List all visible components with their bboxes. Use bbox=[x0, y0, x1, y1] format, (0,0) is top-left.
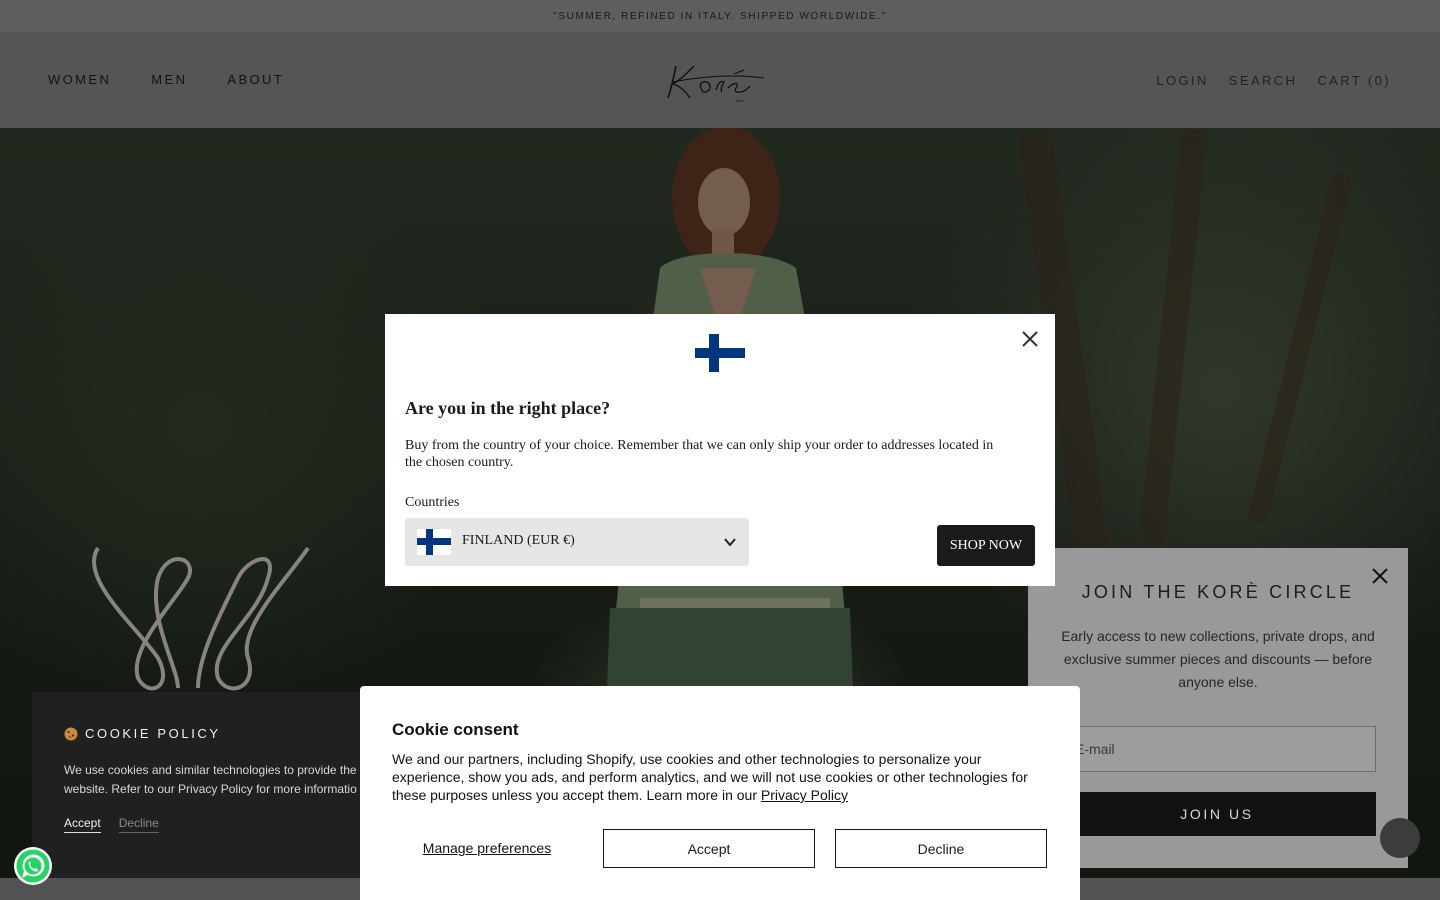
cookie-decline-button[interactable]: Decline bbox=[835, 829, 1047, 868]
tree-trunk bbox=[1246, 170, 1354, 526]
cookie-policy-decline-link[interactable]: Decline bbox=[118, 816, 159, 833]
cookie-policy-text: We use cookies and similar technologies … bbox=[64, 761, 384, 799]
cookie-policy-title: COOKIE POLICY bbox=[64, 726, 221, 741]
close-icon[interactable] bbox=[1021, 330, 1039, 348]
cookie-consent-text: We and our partners, including Shopify, … bbox=[392, 750, 1052, 804]
nav-men[interactable]: MEN bbox=[151, 72, 187, 87]
cookie-policy-banner: COOKIE POLICY We use cookies and similar… bbox=[32, 692, 392, 878]
join-us-button[interactable]: JOIN US bbox=[1058, 792, 1376, 836]
whatsapp-icon[interactable] bbox=[13, 846, 53, 886]
newsletter-popup: JOIN THE KORÈ CIRCLE Early access to new… bbox=[1028, 548, 1408, 868]
country-selector-modal: Are you in the right place? Buy from the… bbox=[385, 314, 1055, 586]
cookie-policy-accept-link[interactable]: Accept bbox=[64, 816, 101, 833]
country-modal-title: Are you in the right place? bbox=[405, 398, 611, 418]
newsletter-email-input[interactable] bbox=[1058, 726, 1376, 772]
announcement-bar: "Summer, refined in Italy. Shipped world… bbox=[0, 0, 1440, 32]
cookie-policy-text-line: website. Refer to our Privacy Policy for… bbox=[64, 782, 357, 796]
announcement-text: "Summer, refined in Italy. Shipped world… bbox=[553, 10, 887, 22]
search-link[interactable]: SEARCH bbox=[1229, 73, 1298, 88]
privacy-policy-link[interactable]: Privacy Policy bbox=[761, 787, 848, 803]
cookie-policy-title-text: COOKIE POLICY bbox=[85, 726, 221, 741]
country-select[interactable]: FINLAND (EUR €) bbox=[405, 518, 749, 566]
newsletter-description: Early access to new collections, private… bbox=[1061, 628, 1375, 690]
cookie-accept-button[interactable]: Accept bbox=[603, 829, 815, 868]
shop-now-button[interactable]: SHOP NOW bbox=[937, 525, 1035, 566]
chat-widget-button[interactable] bbox=[1380, 818, 1420, 858]
cart-link[interactable]: CART (0) bbox=[1317, 73, 1391, 88]
country-modal-description: Buy from the country of your choice. Rem… bbox=[405, 438, 994, 470]
selected-country: FINLAND (EUR €) bbox=[462, 533, 575, 548]
cookie-consent-body: We and our partners, including Shopify, … bbox=[392, 751, 1028, 803]
cookie-icon bbox=[64, 727, 78, 740]
tree-trunk bbox=[1138, 128, 1208, 549]
cookie-policy-actions: Accept Decline bbox=[64, 816, 159, 833]
finland-flag-icon bbox=[417, 529, 451, 555]
kore-logo[interactable]: Korè bbox=[664, 60, 770, 104]
newsletter-title: JOIN THE KORÈ CIRCLE bbox=[1081, 582, 1355, 602]
countries-label: Countries bbox=[405, 495, 460, 510]
site-header: WOMEN MEN ABOUT Korè LOGIN SEARCH CART (… bbox=[0, 32, 1440, 128]
main-nav: WOMEN MEN ABOUT bbox=[48, 72, 284, 87]
chevron-down-icon bbox=[724, 538, 736, 547]
cookie-policy-text-line: We use cookies and similar technologies … bbox=[64, 763, 357, 777]
login-link[interactable]: LOGIN bbox=[1156, 73, 1208, 88]
cookie-consent-title: Cookie consent bbox=[392, 720, 519, 739]
logo-tagline: Korè bbox=[736, 99, 743, 103]
finland-flag-icon bbox=[695, 334, 745, 372]
manage-preferences-link[interactable]: Manage preferences bbox=[392, 828, 582, 868]
cookie-consent-dialog: Cookie consent We and our partners, incl… bbox=[360, 686, 1080, 900]
brand-monogram bbox=[92, 546, 310, 691]
nav-women[interactable]: WOMEN bbox=[48, 72, 111, 87]
utility-nav: LOGIN SEARCH CART (0) bbox=[1156, 73, 1391, 88]
nav-about[interactable]: ABOUT bbox=[227, 72, 284, 87]
